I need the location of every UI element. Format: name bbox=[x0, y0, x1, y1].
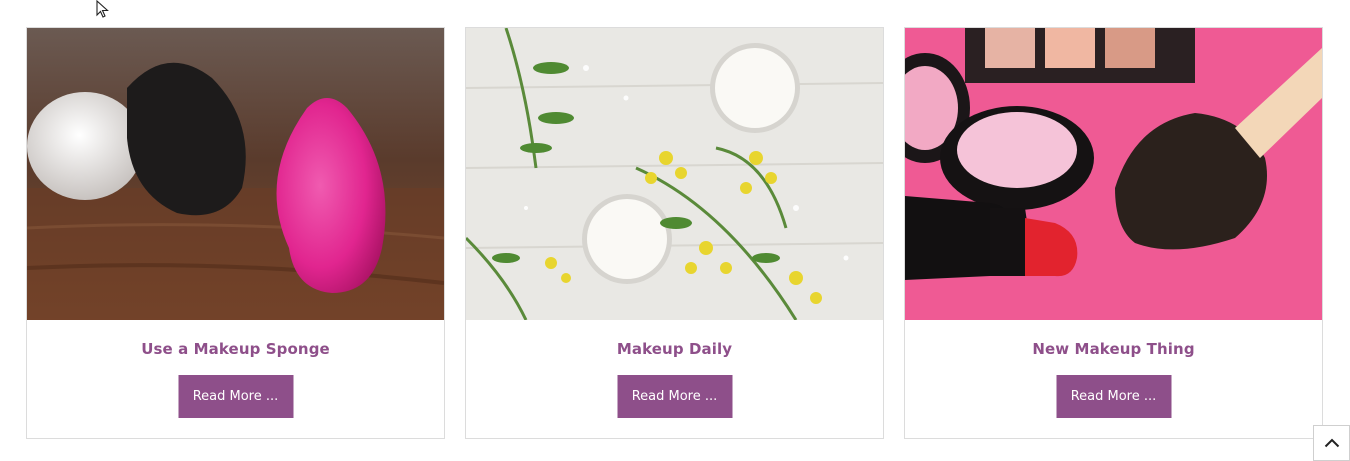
lipstick-and-brush-photo-icon bbox=[905, 28, 1322, 320]
read-more-button[interactable]: Read More ... bbox=[617, 375, 732, 418]
post-thumbnail[interactable] bbox=[27, 28, 444, 320]
read-more-button[interactable]: Read More ... bbox=[178, 375, 293, 418]
cream-and-flowers-photo-icon bbox=[466, 28, 883, 320]
post-thumbnail[interactable] bbox=[466, 28, 883, 320]
scroll-to-top-button[interactable] bbox=[1313, 425, 1350, 461]
chevron-up-icon bbox=[1324, 438, 1339, 448]
mouse-cursor-icon bbox=[96, 0, 109, 18]
post-title[interactable]: New Makeup Thing bbox=[905, 340, 1322, 358]
post-title[interactable]: Use a Makeup Sponge bbox=[27, 340, 444, 358]
post-card: Use a Makeup Sponge Read More ... bbox=[26, 27, 445, 439]
makeup-sponge-photo-icon bbox=[27, 28, 444, 320]
post-thumbnail[interactable] bbox=[905, 28, 1322, 320]
post-card: New Makeup Thing Read More ... bbox=[904, 27, 1323, 439]
post-title[interactable]: Makeup Daily bbox=[466, 340, 883, 358]
post-card: Makeup Daily Read More ... bbox=[465, 27, 884, 439]
read-more-button[interactable]: Read More ... bbox=[1056, 375, 1171, 418]
